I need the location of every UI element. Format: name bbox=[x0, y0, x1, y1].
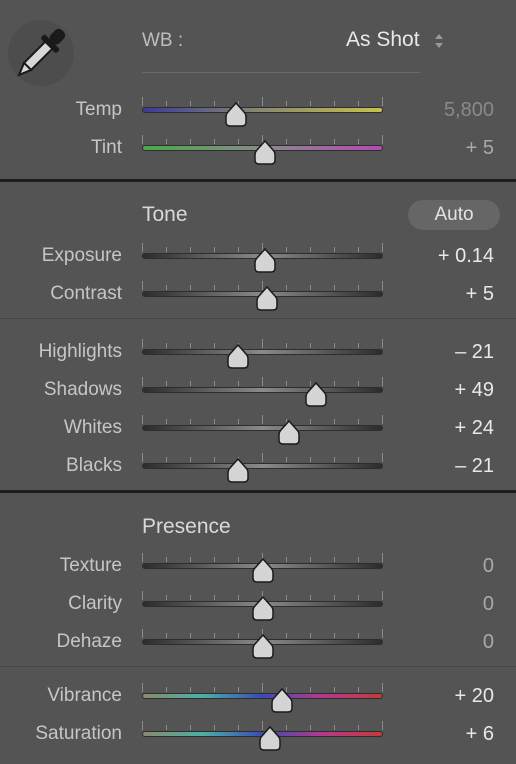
vibrance-label: Vibrance bbox=[47, 685, 122, 706]
contrast-slider-thumb[interactable] bbox=[256, 286, 279, 312]
slider-row-whites: Whites + 24 bbox=[0, 413, 516, 446]
vibrance-value[interactable]: + 20 bbox=[455, 681, 494, 711]
saturation-value[interactable]: + 6 bbox=[466, 719, 494, 749]
dropdown-arrows-icon[interactable] bbox=[433, 31, 445, 51]
tone-group-divider bbox=[0, 318, 516, 319]
tint-label: Tint bbox=[91, 137, 122, 158]
temp-value[interactable]: 5,800 bbox=[444, 95, 494, 125]
slider-row-exposure: Exposure + 0.14 bbox=[0, 241, 516, 274]
whites-value[interactable]: + 24 bbox=[455, 413, 494, 443]
texture-label: Texture bbox=[59, 555, 122, 576]
highlights-label: Highlights bbox=[38, 341, 122, 362]
texture-value[interactable]: 0 bbox=[483, 551, 494, 581]
blacks-tick-marks bbox=[142, 453, 383, 462]
dehaze-label: Dehaze bbox=[56, 631, 123, 652]
shadows-value[interactable]: + 49 bbox=[455, 375, 494, 405]
tint-slider-thumb[interactable] bbox=[254, 140, 276, 166]
blacks-label: Blacks bbox=[66, 455, 122, 476]
whites-tick-marks bbox=[142, 415, 383, 424]
section-divider bbox=[0, 490, 516, 493]
wb-separator bbox=[142, 72, 420, 73]
slider-row-tint: Tint + 5 bbox=[0, 133, 516, 166]
exposure-value[interactable]: + 0.14 bbox=[438, 241, 494, 271]
shadows-slider-thumb[interactable] bbox=[304, 382, 327, 408]
highlights-slider-track[interactable] bbox=[142, 349, 383, 355]
highlights-slider-thumb[interactable] bbox=[227, 344, 250, 370]
clarity-label: Clarity bbox=[68, 593, 122, 614]
slider-row-dehaze: Dehaze 0 bbox=[0, 627, 516, 660]
shadows-tick-marks bbox=[142, 377, 383, 386]
eyedropper-button[interactable] bbox=[8, 20, 74, 86]
slider-row-blacks: Blacks – 21 bbox=[0, 451, 516, 484]
whites-slider-track[interactable] bbox=[142, 425, 383, 431]
presence-section-title: Presence bbox=[142, 515, 231, 538]
slider-row-saturation: Saturation + 6 bbox=[0, 719, 516, 752]
saturation-label: Saturation bbox=[35, 723, 122, 744]
highlights-value[interactable]: – 21 bbox=[455, 337, 494, 367]
dehaze-slider-thumb[interactable] bbox=[251, 634, 274, 660]
exposure-slider-thumb[interactable] bbox=[254, 248, 276, 274]
highlights-tick-marks bbox=[142, 339, 383, 348]
clarity-slider-thumb[interactable] bbox=[251, 596, 274, 622]
contrast-value[interactable]: + 5 bbox=[466, 279, 494, 309]
texture-slider-thumb[interactable] bbox=[251, 558, 274, 584]
wb-preset-dropdown[interactable]: As Shot bbox=[346, 28, 420, 52]
blacks-value[interactable]: – 21 bbox=[455, 451, 494, 481]
slider-row-contrast: Contrast + 5 bbox=[0, 279, 516, 312]
vibrance-slider-thumb[interactable] bbox=[271, 688, 293, 714]
dehaze-value[interactable]: 0 bbox=[483, 627, 494, 657]
shadows-label: Shadows bbox=[43, 379, 122, 400]
presence-group-divider bbox=[0, 666, 516, 667]
section-divider bbox=[0, 179, 516, 182]
slider-row-vibrance: Vibrance + 20 bbox=[0, 681, 516, 714]
vibrance-tick-marks bbox=[142, 683, 383, 692]
slider-row-shadows: Shadows + 49 bbox=[0, 375, 516, 408]
vibrance-slider-track[interactable] bbox=[142, 693, 383, 699]
temp-label: Temp bbox=[75, 99, 122, 120]
tint-value[interactable]: + 5 bbox=[466, 133, 494, 163]
temp-slider-track[interactable] bbox=[142, 107, 383, 113]
exposure-label: Exposure bbox=[41, 245, 122, 266]
slider-row-highlights: Highlights – 21 bbox=[0, 337, 516, 370]
auto-tone-button[interactable]: Auto bbox=[408, 200, 500, 230]
blacks-slider-track[interactable] bbox=[142, 463, 383, 469]
tone-section-title: Tone bbox=[142, 203, 188, 226]
slider-row-clarity: Clarity 0 bbox=[0, 589, 516, 622]
saturation-slider-thumb[interactable] bbox=[258, 726, 281, 752]
slider-row-temp: Temp 5,800 bbox=[0, 95, 516, 128]
blacks-slider-thumb[interactable] bbox=[227, 458, 250, 484]
temp-tick-marks bbox=[142, 97, 383, 106]
wb-label: WB : bbox=[142, 30, 184, 51]
whites-slider-thumb[interactable] bbox=[278, 420, 300, 446]
whites-label: Whites bbox=[63, 417, 122, 438]
contrast-label: Contrast bbox=[50, 283, 122, 304]
shadows-slider-track[interactable] bbox=[142, 387, 383, 393]
clarity-value[interactable]: 0 bbox=[483, 589, 494, 619]
slider-row-texture: Texture 0 bbox=[0, 551, 516, 584]
eyedropper-icon bbox=[17, 28, 66, 77]
temp-slider-thumb[interactable] bbox=[225, 102, 247, 128]
